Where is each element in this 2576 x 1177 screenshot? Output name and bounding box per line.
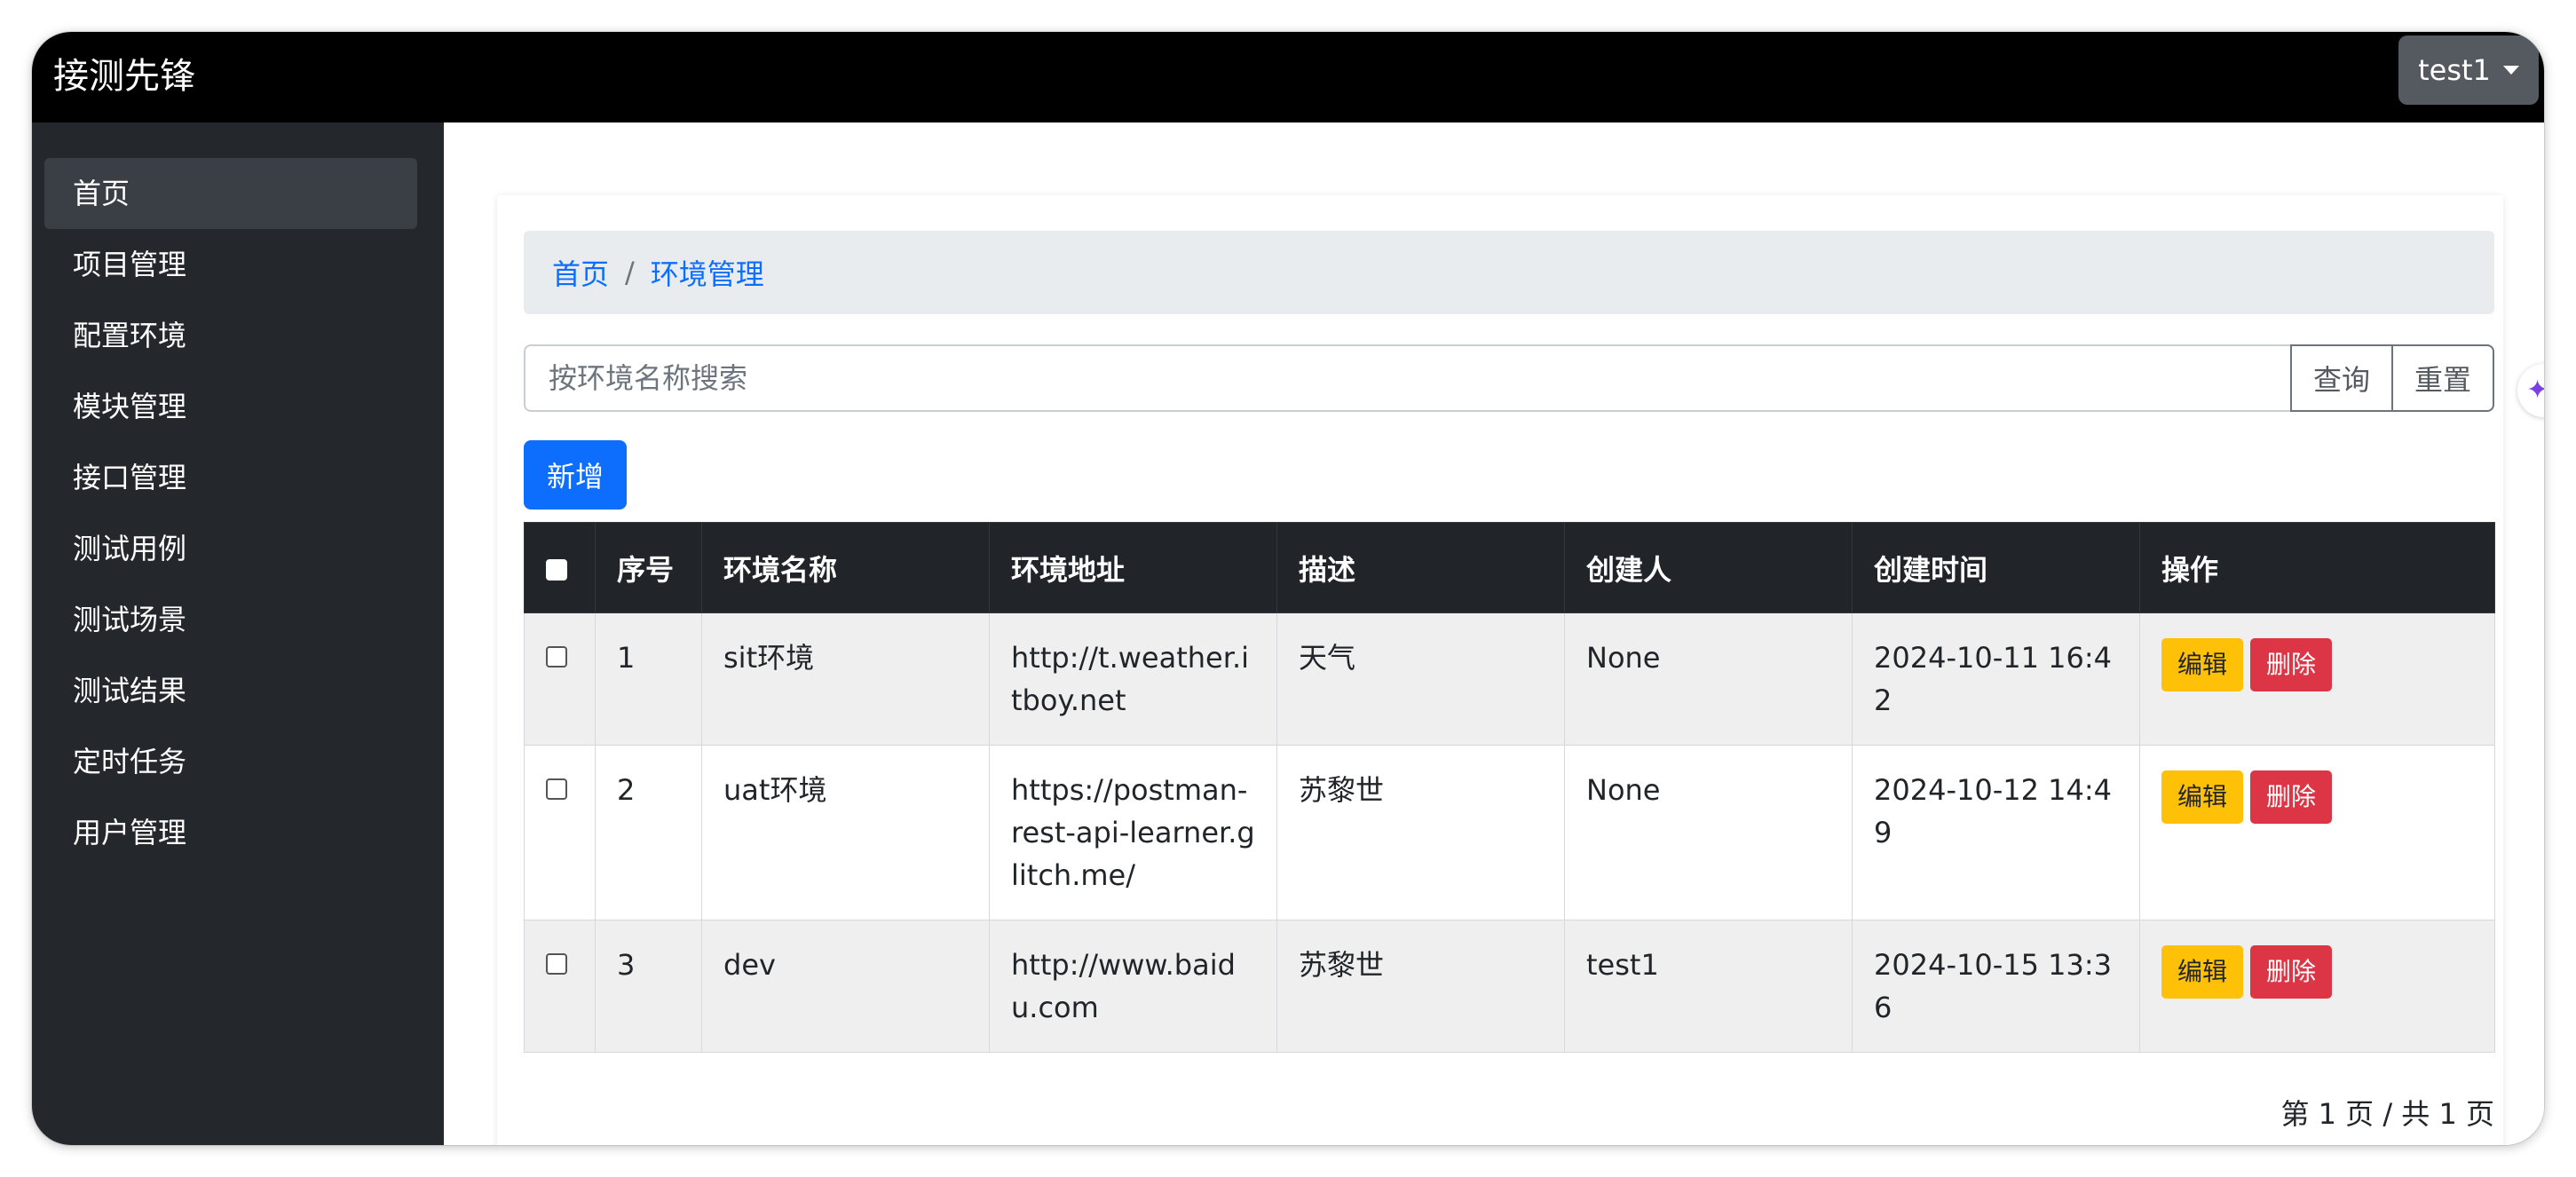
- row-select-cell: [524, 612, 596, 746]
- cell-actions: 编辑 删除: [2139, 745, 2495, 920]
- sidebar-item-users[interactable]: 用户管理: [44, 797, 417, 868]
- user-menu-button[interactable]: test1: [2398, 36, 2539, 105]
- reset-button[interactable]: 重置: [2391, 344, 2494, 412]
- sidebar-item-scheduled-tasks[interactable]: 定时任务: [44, 726, 417, 797]
- header-creator: 创建人: [1564, 522, 1853, 613]
- cell-actions: 编辑 删除: [2139, 920, 2495, 1053]
- cell-description: 苏黎世: [1276, 745, 1565, 920]
- cell-actions: 编辑 删除: [2139, 612, 2495, 746]
- sidebar-item-modules[interactable]: 模块管理: [44, 371, 417, 442]
- sidebar-item-test-results[interactable]: 测试结果: [44, 655, 417, 726]
- table-header-row: 序号 环境名称 环境地址 描述 创建人 创建时间 操作: [524, 522, 2495, 613]
- sidebar-item-apis[interactable]: 接口管理: [44, 442, 417, 513]
- add-button[interactable]: 新增: [524, 440, 627, 510]
- user-name: test1: [2418, 53, 2491, 87]
- header-env-url: 环境地址: [989, 522, 1277, 613]
- header-select-cell: [524, 522, 596, 613]
- row-select-cell: [524, 745, 596, 920]
- sidebar-item-home[interactable]: 首页: [44, 158, 417, 229]
- edit-button[interactable]: 编辑: [2161, 638, 2244, 691]
- environment-table: 序号 环境名称 环境地址 描述 创建人 创建时间 操作 1 sit环境 http…: [524, 522, 2495, 1053]
- header-actions: 操作: [2139, 522, 2495, 613]
- cell-creator: None: [1564, 745, 1853, 920]
- sidebar: 首页 项目管理 配置环境 模块管理 接口管理 测试用例 测试场景 测试结果 定时…: [32, 122, 444, 1145]
- edit-button[interactable]: 编辑: [2161, 945, 2244, 999]
- app-window: 接测先锋 test1 首页 项目管理 配置环境 模块管理 接口管理 测试用例 测…: [32, 32, 2544, 1145]
- select-all-checkbox[interactable]: [546, 558, 567, 581]
- cell-description: 苏黎世: [1276, 920, 1565, 1053]
- cell-created-time: 2024-10-15 13:36: [1852, 920, 2140, 1053]
- table-row: 1 sit环境 http://t.weather.itboy.net 天气 No…: [524, 612, 2495, 746]
- table-row: 3 dev http://www.baidu.com 苏黎世 test1 202…: [524, 920, 2495, 1053]
- search-input[interactable]: [524, 344, 2290, 412]
- header-description: 描述: [1276, 522, 1565, 613]
- cell-created-time: 2024-10-11 16:42: [1852, 612, 2140, 746]
- header-index: 序号: [595, 522, 702, 613]
- row-checkbox[interactable]: [546, 646, 567, 667]
- cell-index: 2: [595, 745, 702, 920]
- cell-description: 天气: [1276, 612, 1565, 746]
- caret-down-icon: [2502, 66, 2519, 75]
- search-bar: 查询 重置: [524, 344, 2494, 412]
- delete-button[interactable]: 删除: [2250, 770, 2333, 824]
- cell-index: 1: [595, 612, 702, 746]
- pagination-text: 第 1 页 / 共 1 页: [2280, 1097, 2494, 1131]
- header-created-time: 创建时间: [1852, 522, 2140, 613]
- sidebar-item-environments[interactable]: 配置环境: [44, 300, 417, 371]
- cell-env-name: sit环境: [701, 612, 990, 746]
- breadcrumb-home-link[interactable]: 首页: [552, 252, 609, 293]
- brand-title: 接测先锋: [53, 56, 195, 97]
- breadcrumb-separator: /: [625, 256, 635, 289]
- header-env-name: 环境名称: [701, 522, 990, 613]
- query-button[interactable]: 查询: [2289, 344, 2392, 412]
- cell-env-url: http://www.baidu.com: [989, 920, 1277, 1053]
- assistant-handle[interactable]: ✦: [2517, 364, 2544, 417]
- cell-created-time: 2024-10-12 14:49: [1852, 745, 2140, 920]
- cell-env-name: dev: [701, 920, 990, 1053]
- cell-env-name: uat环境: [701, 745, 990, 920]
- row-checkbox[interactable]: [546, 778, 567, 800]
- top-navbar: 接测先锋 test1: [32, 32, 2544, 122]
- cell-creator: None: [1564, 612, 1853, 746]
- edit-button[interactable]: 编辑: [2161, 770, 2244, 824]
- main-content: 首页 / 环境管理 查询 重置 新增: [444, 122, 2544, 1145]
- content-card: 首页 / 环境管理 查询 重置 新增: [497, 195, 2503, 1145]
- sidebar-item-test-cases[interactable]: 测试用例: [44, 513, 417, 584]
- cell-env-url: http://t.weather.itboy.net: [989, 612, 1277, 746]
- delete-button[interactable]: 删除: [2250, 638, 2333, 691]
- breadcrumb: 首页 / 环境管理: [524, 231, 2494, 314]
- sparkle-icon: ✦: [2526, 375, 2544, 406]
- row-select-cell: [524, 920, 596, 1053]
- table-row: 2 uat环境 https://postman-rest-api-learner…: [524, 745, 2495, 920]
- sidebar-item-projects[interactable]: 项目管理: [44, 229, 417, 300]
- cell-index: 3: [595, 920, 702, 1053]
- cell-creator: test1: [1564, 920, 1853, 1053]
- row-checkbox[interactable]: [546, 953, 567, 975]
- delete-button[interactable]: 删除: [2250, 945, 2333, 999]
- cell-env-url: https://postman-rest-api-learner.glitch.…: [989, 745, 1277, 920]
- breadcrumb-current-link[interactable]: 环境管理: [651, 252, 764, 293]
- sidebar-item-test-scenarios[interactable]: 测试场景: [44, 584, 417, 655]
